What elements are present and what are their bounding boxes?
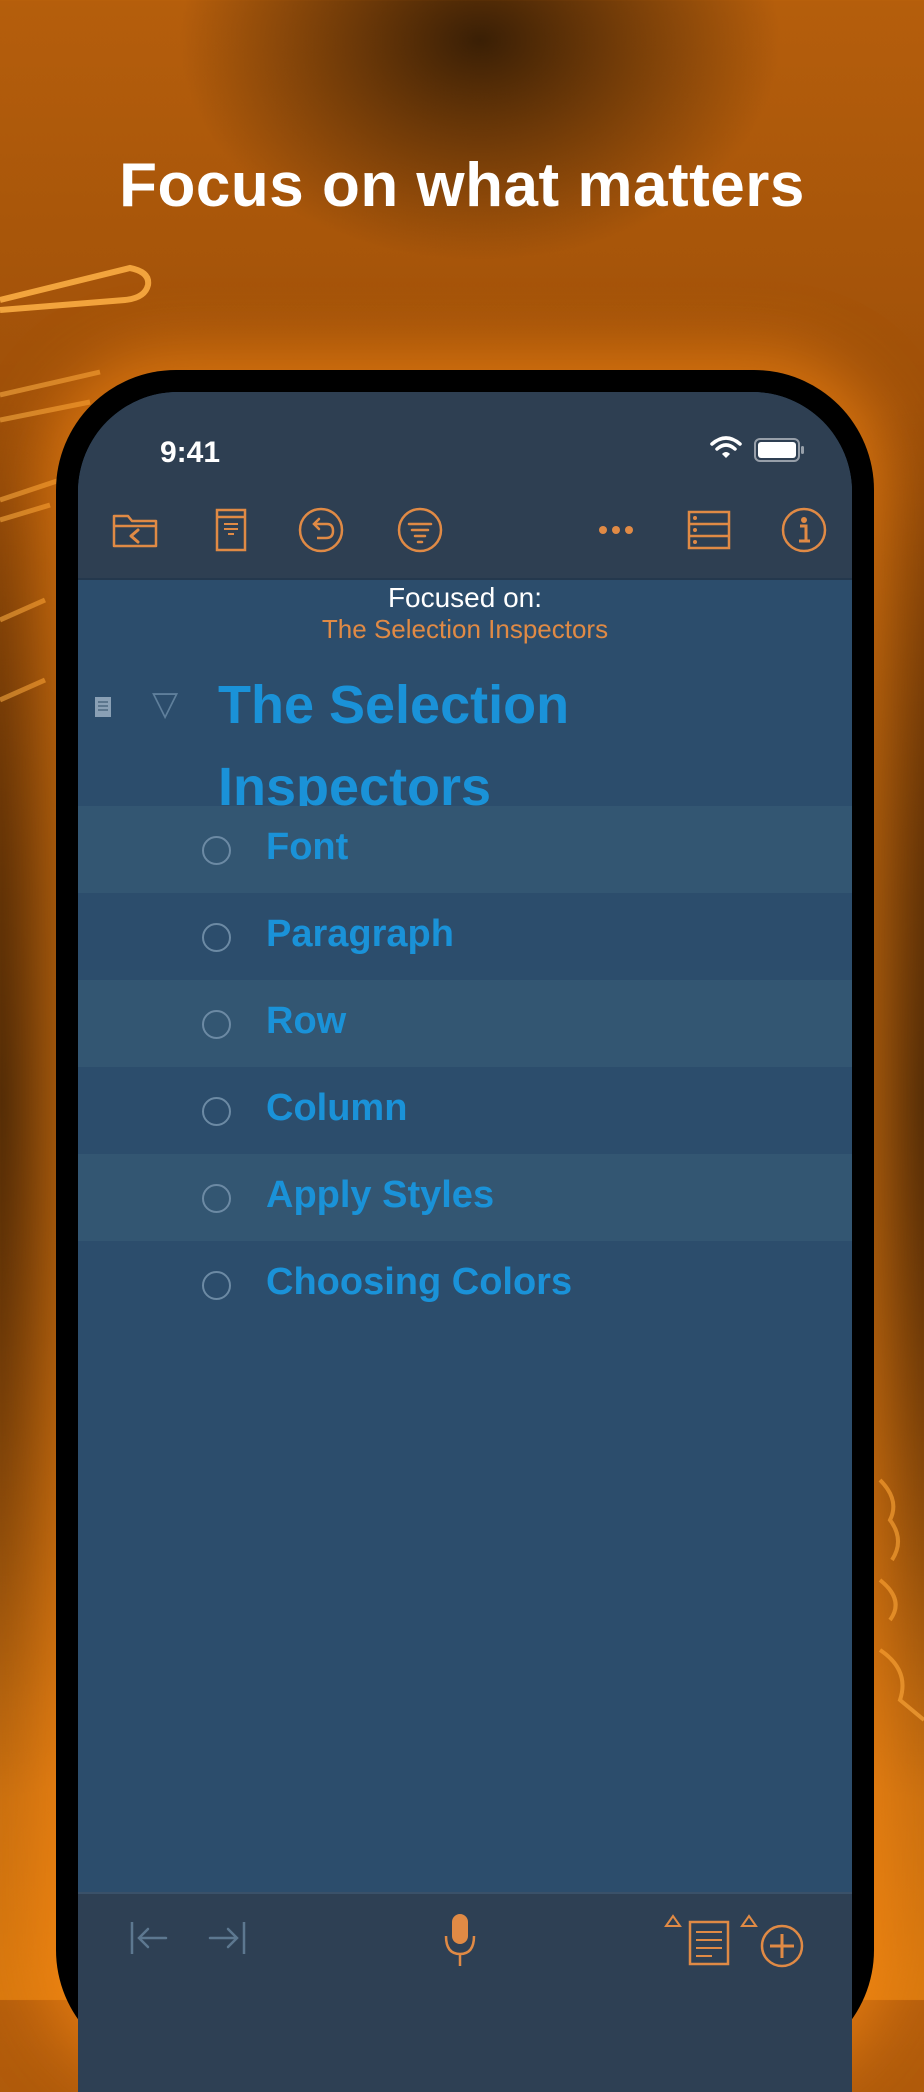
status-circle-icon[interactable] xyxy=(202,1184,231,1213)
outline-row[interactable]: Column xyxy=(78,1067,852,1154)
row-label[interactable]: Column xyxy=(266,1087,407,1130)
status-circle-icon[interactable] xyxy=(202,1097,231,1126)
status-time: 9:41 xyxy=(160,436,221,469)
focus-header: Focused on: The Selection Inspectors xyxy=(78,582,852,644)
indent-icon[interactable] xyxy=(202,1916,250,1960)
focus-label: Focused on: xyxy=(387,582,543,613)
outline-title-row[interactable]: ▽ The Selection Inspectors xyxy=(78,654,852,817)
status-circle-icon[interactable] xyxy=(202,1010,231,1039)
folder-back-icon[interactable] xyxy=(108,502,164,558)
focus-target-link[interactable]: The Selection Inspectors xyxy=(78,614,852,644)
microphone-icon[interactable] xyxy=(440,1910,480,1970)
add-row-icon[interactable] xyxy=(740,1912,820,1968)
wifi-icon xyxy=(710,436,742,458)
outline-row[interactable]: Font xyxy=(78,806,852,893)
status-circle-icon[interactable] xyxy=(202,1271,231,1300)
headline: Focus on what matters xyxy=(119,151,805,220)
disclosure-triangle-icon[interactable]: ▽ xyxy=(152,684,178,724)
note-icon[interactable] xyxy=(94,696,112,718)
outdent-icon[interactable] xyxy=(126,1916,174,1960)
battery-icon xyxy=(754,438,804,462)
row-label[interactable]: Apply Styles xyxy=(266,1174,494,1217)
add-note-icon[interactable] xyxy=(664,1912,744,1968)
outline-view-icon[interactable] xyxy=(681,502,737,558)
archive-icon[interactable] xyxy=(203,502,259,558)
row-label[interactable]: Paragraph xyxy=(266,913,454,956)
more-icon[interactable] xyxy=(588,502,644,558)
outline-row[interactable]: Paragraph xyxy=(78,893,852,980)
outline-title[interactable]: The Selection Inspectors xyxy=(218,664,778,828)
status-circle-icon[interactable] xyxy=(202,923,231,952)
outline-row[interactable]: Apply Styles xyxy=(78,1154,852,1241)
outline-row[interactable]: Choosing Colors xyxy=(78,1241,852,1328)
app-screen: 9:41 Focused on: The Selection Inspector… xyxy=(78,392,852,2092)
row-label[interactable]: Font xyxy=(266,826,348,869)
row-label[interactable]: Row xyxy=(266,1000,346,1043)
bottom-toolbar xyxy=(78,1892,852,2092)
toolbar xyxy=(78,482,852,580)
status-circle-icon[interactable] xyxy=(202,836,231,865)
status-bar: 9:41 xyxy=(78,392,852,482)
phone-frame: 9:41 Focused on: The Selection Inspector… xyxy=(56,370,874,2092)
outline-rows: Font Paragraph Row Column Apply Styles C… xyxy=(78,806,852,1328)
info-icon[interactable] xyxy=(776,502,832,558)
outline-row[interactable]: Row xyxy=(78,980,852,1067)
filter-icon[interactable] xyxy=(392,502,448,558)
row-label[interactable]: Choosing Colors xyxy=(266,1261,572,1304)
undo-icon[interactable] xyxy=(293,502,349,558)
